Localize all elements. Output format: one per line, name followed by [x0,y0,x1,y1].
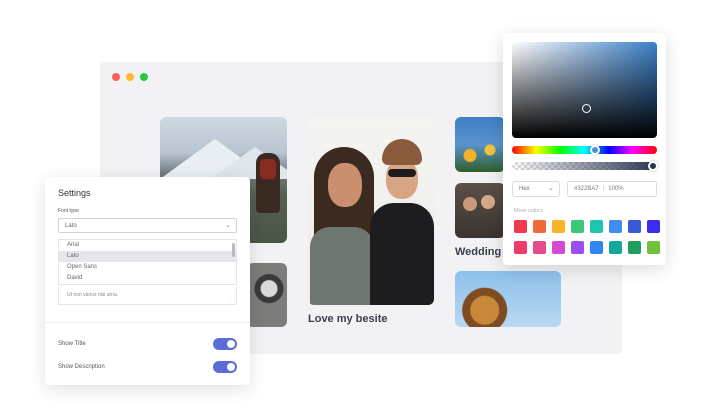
gallery-photo-flowers[interactable] [455,117,505,172]
font-options-list[interactable]: Arial Lato Open Sans David [58,239,237,285]
settings-panel: Settings Font type Lato ⌄ Arial Lato Ope… [45,177,250,385]
color-swatch[interactable] [571,220,584,233]
color-swatch[interactable] [590,220,603,233]
color-swatch[interactable] [628,241,641,254]
settings-divider [45,322,250,323]
color-swatch[interactable] [552,220,565,233]
gallery-photo-carousel[interactable] [455,271,561,327]
hex-value: #322BA7 [574,186,599,192]
font-option-arial[interactable]: Arial [59,240,236,251]
gallery-caption-wedding: Wedding [455,246,502,258]
chevron-down-icon: ⌄ [225,222,231,229]
options-scrollbar[interactable] [232,243,235,257]
color-swatch[interactable] [514,241,527,254]
color-swatch[interactable] [609,241,622,254]
show-description-toggle[interactable] [213,361,237,373]
color-swatch[interactable] [628,220,641,233]
close-window-dot[interactable] [112,73,120,81]
color-swatch[interactable] [533,220,546,233]
description-textarea[interactable]: Ut non varius nisi urna. ⋱ [58,287,237,305]
show-description-label: Show Description [58,364,105,370]
show-title-label: Show Title [58,341,86,347]
gallery-photo-wedding[interactable] [455,183,505,238]
color-mode-value: Hex [519,186,530,192]
font-option-open-sans[interactable]: Open Sans [59,262,236,273]
color-mode-select[interactable]: Hex ⌄ [512,181,560,197]
color-swatch[interactable] [647,241,660,254]
alpha-value: 100% [608,186,624,192]
color-swatch[interactable] [647,220,660,233]
more-colors-label: More colors [514,208,543,214]
gallery-caption-main: Love my besite [308,313,388,325]
font-type-select[interactable]: Lato ⌄ [58,218,237,233]
description-text: Ut non varius nisi urna. [67,292,119,298]
hex-input[interactable]: #322BA7 | 100% [567,181,657,197]
hue-slider-handle[interactable] [590,145,600,155]
hue-slider[interactable] [512,146,657,154]
saturation-cursor[interactable] [582,104,591,113]
color-swatch[interactable] [590,241,603,254]
color-swatch[interactable] [514,220,527,233]
color-swatch[interactable] [571,241,584,254]
color-swatches [514,220,660,254]
font-option-lato[interactable]: Lato [59,251,236,262]
maximize-window-dot[interactable] [140,73,148,81]
gallery-photo-raccoon[interactable] [247,263,287,327]
font-option-david[interactable]: David [59,273,236,284]
alpha-slider-handle[interactable] [648,161,658,171]
font-type-label: Font type [58,208,79,214]
saturation-area[interactable] [512,42,657,138]
resize-handle-icon[interactable]: ⋱ [229,297,234,303]
minimize-window-dot[interactable] [126,73,134,81]
show-title-toggle[interactable] [213,338,237,350]
color-swatch[interactable] [609,220,622,233]
alpha-slider[interactable] [512,162,657,170]
settings-title: Settings [58,188,91,198]
font-type-value: Lato [65,223,77,229]
color-picker-panel: Hex ⌄ #322BA7 | 100% More colors [503,33,666,265]
gallery-photo-friends[interactable] [308,117,434,305]
chevron-down-icon: ⌄ [548,185,554,192]
color-swatch[interactable] [552,241,565,254]
window-controls [112,73,148,81]
color-swatch[interactable] [533,241,546,254]
